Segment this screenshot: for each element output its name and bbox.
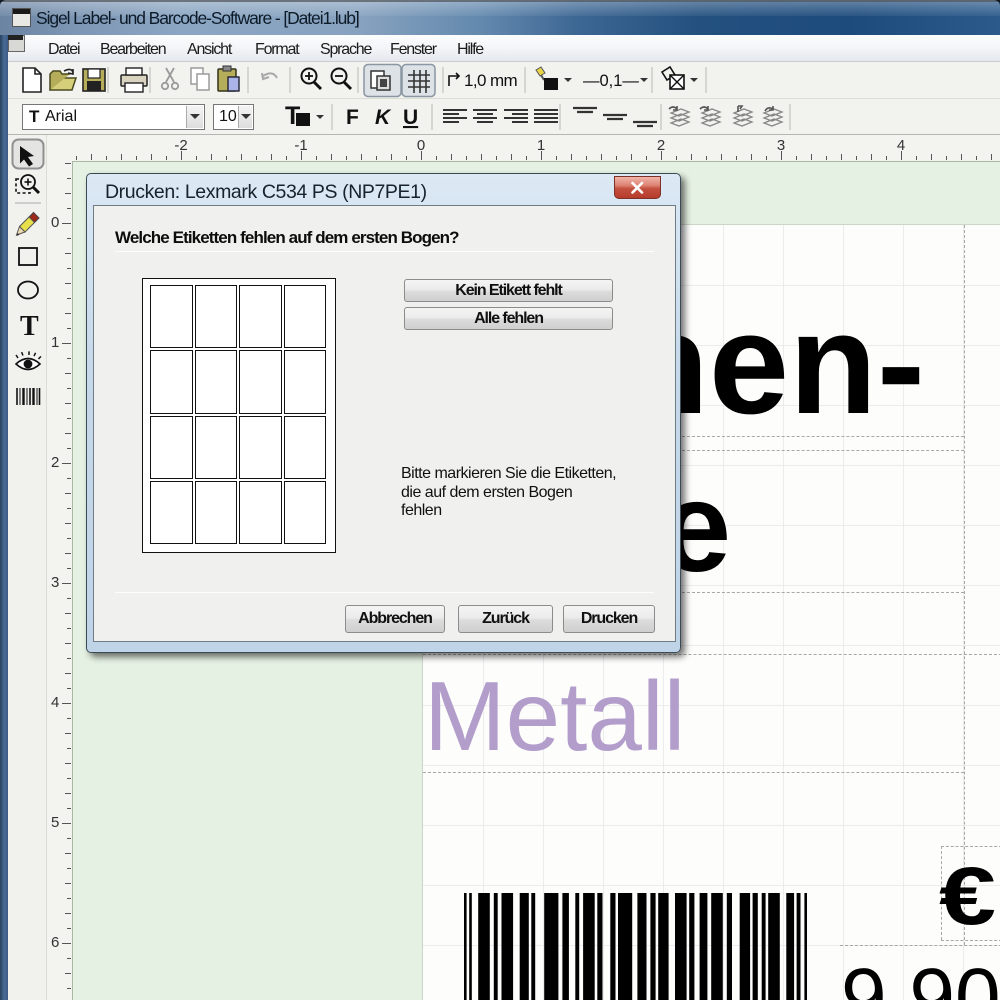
svg-text:1,0 mm: 1,0 mm <box>464 71 518 90</box>
svg-text:U: U <box>403 106 418 129</box>
svg-text:F: F <box>346 106 359 129</box>
svg-text:T: T <box>20 311 39 342</box>
svg-text:K: K <box>375 106 392 129</box>
svg-text:—0,1—: —0,1— <box>583 72 639 90</box>
